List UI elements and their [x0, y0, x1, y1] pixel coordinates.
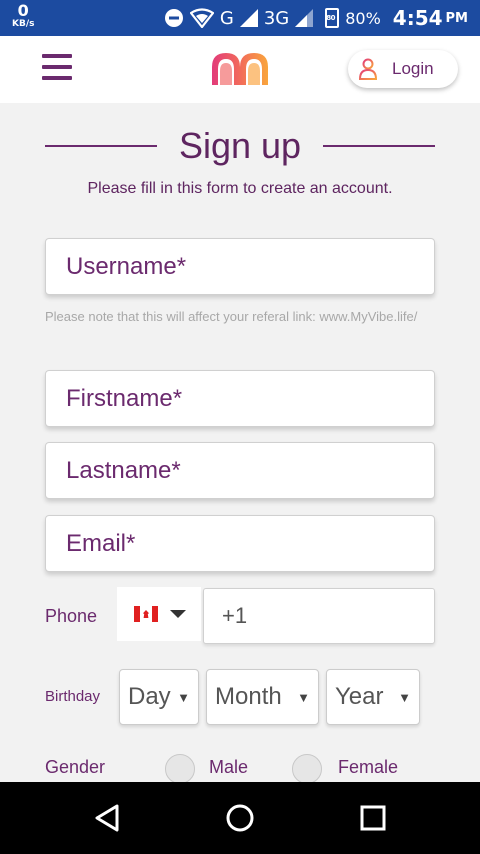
do-not-disturb-icon	[164, 9, 183, 27]
username-note: Please note that this will affect your r…	[45, 309, 418, 324]
network-speed-value: 0	[17, 1, 29, 20]
wifi-icon	[189, 8, 214, 28]
phone-number-input[interactable]: +1	[203, 588, 435, 644]
clock-time: 4:54	[392, 6, 443, 30]
network-speed: 0 KB/s	[12, 3, 34, 29]
caret-down-icon	[170, 610, 186, 618]
status-bar: 0 KB/s G 3G 80 80% 4:54 PM	[0, 0, 480, 36]
gender-label: Gender	[45, 757, 106, 777]
gender-male-label[interactable]: Male	[209, 757, 248, 778]
network-g: G	[219, 7, 234, 29]
signal-icon	[239, 9, 258, 27]
battery-percent: 80%	[345, 8, 381, 28]
gender-female-label[interactable]: Female	[338, 757, 398, 778]
title-divider-left	[45, 145, 157, 147]
select-arrow-icon: ▼	[297, 690, 310, 705]
back-icon[interactable]	[89, 800, 125, 836]
myvibe-logo-icon[interactable]	[210, 51, 270, 87]
home-icon[interactable]	[222, 800, 258, 836]
page-title: Sign up	[178, 125, 302, 166]
select-arrow-icon: ▼	[398, 690, 411, 705]
network-speed-unit: KB/s	[12, 19, 35, 29]
day-select-value: Day	[128, 683, 171, 710]
month-select-value: Month	[215, 683, 282, 710]
battery-badge: 80	[326, 14, 335, 22]
username-field[interactable]: Username*	[45, 238, 435, 295]
recent-apps-icon[interactable]	[355, 800, 391, 836]
login-button[interactable]: Login	[348, 50, 458, 88]
birthday-year-select[interactable]: Year ▼	[326, 669, 420, 725]
canada-flag-icon	[134, 606, 158, 622]
app-header: Login	[0, 36, 480, 103]
firstname-field[interactable]: Firstname*	[45, 370, 435, 427]
birthday-month-select[interactable]: Month ▼	[206, 669, 319, 725]
form-subtitle: Please fill in this form to create an ac…	[87, 180, 393, 197]
year-select-value: Year	[335, 683, 384, 710]
select-arrow-icon: ▼	[177, 690, 190, 705]
birthday-day-select[interactable]: Day ▼	[119, 669, 199, 725]
battery-icon: 80	[325, 8, 340, 28]
form-title-row: Sign up	[45, 124, 435, 168]
gender-male-radio[interactable]	[165, 754, 195, 784]
lastname-field[interactable]: Lastname*	[45, 442, 435, 499]
signal-icon-2	[295, 9, 314, 27]
hamburger-menu-icon[interactable]	[42, 54, 72, 84]
login-label: Login	[392, 59, 434, 78]
title-divider-right	[322, 145, 435, 147]
country-code-dropdown[interactable]	[117, 587, 201, 641]
gender-female-radio[interactable]	[292, 754, 322, 784]
phone-label: Phone	[45, 606, 98, 626]
network-3g: 3G	[263, 7, 290, 29]
user-icon	[358, 58, 378, 80]
email-field[interactable]: Email*	[45, 515, 435, 572]
system-nav-bar	[0, 782, 480, 854]
birthday-label: Birthday	[45, 688, 101, 705]
clock-ampm: PM	[445, 10, 468, 26]
